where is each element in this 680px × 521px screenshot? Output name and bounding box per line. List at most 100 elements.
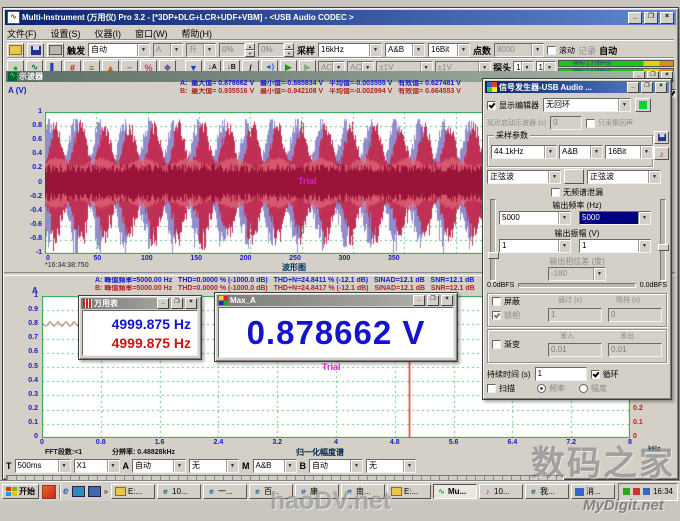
chevron-down-icon[interactable]: ▼: [226, 460, 238, 472]
editor-go-button[interactable]: [635, 98, 651, 112]
filter-a-combo[interactable]: 无▼: [189, 459, 239, 473]
max-a-restore-button[interactable]: ❐: [427, 295, 439, 306]
chevron-down-icon[interactable]: ▼: [648, 171, 660, 183]
max-a-minimize-button[interactable]: _: [413, 295, 425, 306]
mask-checkbox[interactable]: 屏蔽: [492, 296, 520, 307]
trigger-delay-spinner[interactable]: 0%▲▼: [258, 43, 294, 57]
fade-checkbox[interactable]: 渐变: [492, 339, 520, 350]
quicklaunch-desktop-icon[interactable]: [88, 486, 101, 497]
chevron-down-icon[interactable]: ▼: [531, 44, 543, 56]
task-button-0[interactable]: E:...: [111, 484, 155, 499]
multimeter-titlebar[interactable]: 万用表 _ ❐ ×: [81, 298, 199, 309]
level-slider-a[interactable]: [490, 199, 496, 281]
trigger-mode-combo[interactable]: 自动▼: [88, 43, 150, 57]
print-icon[interactable]: [47, 43, 64, 58]
balance-slider[interactable]: [518, 283, 636, 288]
save-icon[interactable]: [27, 43, 44, 58]
chevron-down-icon[interactable]: ▼: [58, 460, 70, 472]
tray-volume-icon[interactable]: [623, 488, 630, 495]
chevron-down-icon[interactable]: ▼: [403, 460, 415, 472]
amp-b-combo[interactable]: 1▼: [579, 239, 651, 253]
menu-h[interactable]: 帮助(H): [182, 27, 213, 40]
start-button[interactable]: 开始: [2, 484, 39, 499]
chevron-down-icon[interactable]: ▼: [638, 240, 650, 252]
freq-a-combo[interactable]: 5000▼: [499, 211, 571, 225]
sweep-amplitude-radio[interactable]: 幅度: [579, 383, 607, 394]
pass-field[interactable]: 1: [548, 308, 602, 322]
fadeout-field[interactable]: 0.01: [608, 343, 662, 357]
multimeter-close-button[interactable]: ×: [185, 298, 197, 309]
spinner-arrows[interactable]: ▲▼: [245, 43, 255, 57]
chevron-down-icon[interactable]: ▼: [558, 212, 570, 224]
chevron-down-icon[interactable]: ▼: [544, 146, 556, 158]
sample-rate-combo[interactable]: 16kHz▼: [318, 43, 382, 57]
scale-b-combo[interactable]: 自动▼: [309, 459, 363, 473]
quicklaunch-mail-icon[interactable]: [72, 486, 85, 497]
gen-rate-combo[interactable]: 44.1kHz▼: [491, 145, 557, 159]
sweep-frequency-radio[interactable]: 频率: [537, 383, 565, 394]
quicklaunch-media-icon[interactable]: [42, 485, 56, 499]
show-editor-checkbox[interactable]: 显示编辑器: [487, 100, 539, 111]
max-a-close-button[interactable]: ×: [441, 295, 453, 306]
task-button-10[interactable]: 消...: [571, 484, 615, 499]
chevron-down-icon[interactable]: ▼: [618, 99, 630, 111]
main-titlebar[interactable]: ∿ Multi-Instrument (万用仪) Pro 3.2 - [*3DP…: [5, 10, 676, 25]
gen-save-icon[interactable]: [654, 131, 669, 144]
sample-channels-combo[interactable]: A&B▼: [385, 43, 425, 57]
level-slider-b[interactable]: [660, 199, 666, 281]
menu-s[interactable]: 设置(S): [51, 27, 81, 40]
math-combo[interactable]: A&B▼: [253, 459, 297, 473]
chevron-down-icon[interactable]: ▼: [412, 44, 424, 56]
quicklaunch-overflow-chevron[interactable]: »: [104, 487, 108, 496]
tray-antivirus-icon[interactable]: [633, 488, 640, 495]
menu-f[interactable]: 文件(F): [7, 27, 37, 40]
scroll-checkbox[interactable]: 滚动: [547, 45, 575, 56]
chevron-down-icon[interactable]: ▼: [350, 460, 362, 472]
sweep-time-combo[interactable]: 500ms▼: [15, 459, 71, 473]
restore-button[interactable]: ❐: [644, 12, 658, 24]
menu-i[interactable]: 仪器(I): [95, 27, 122, 40]
phase-lock-checkbox[interactable]: 锁相: [492, 310, 520, 321]
task-button-4[interactable]: e康...: [295, 484, 339, 499]
spin-down-icon[interactable]: ▼: [245, 50, 255, 57]
spin-up-icon[interactable]: ▲: [245, 43, 255, 50]
chevron-down-icon[interactable]: ▼: [590, 146, 602, 158]
scale-a-combo[interactable]: 自动▼: [132, 459, 186, 473]
chevron-down-icon[interactable]: ▼: [203, 44, 215, 56]
tray-network-icon[interactable]: [643, 488, 650, 495]
gen-bits-combo[interactable]: 16Bit▼: [605, 145, 653, 159]
wave-link-button[interactable]: [564, 169, 584, 184]
points-combo[interactable]: 8000▼: [494, 43, 544, 57]
spin-up-icon[interactable]: ▲: [284, 43, 294, 50]
chevron-down-icon[interactable]: ▼: [558, 240, 570, 252]
echo-only-checkbox[interactable]: 只采集回声: [586, 118, 633, 128]
spin-down-icon[interactable]: ▼: [284, 50, 294, 57]
wave-a-combo[interactable]: 正弦波▼: [487, 170, 561, 184]
siggen-restore-button[interactable]: ❐: [641, 82, 653, 93]
task-button-5[interactable]: e南...: [341, 484, 385, 499]
chevron-down-icon[interactable]: ▼: [170, 44, 182, 56]
block-field[interactable]: 0: [608, 308, 662, 322]
task-button-7[interactable]: ∿Mu...: [433, 484, 477, 499]
chevron-down-icon[interactable]: ▼: [548, 171, 560, 183]
open-icon[interactable]: [7, 43, 24, 58]
menu-w[interactable]: 窗口(W): [135, 27, 168, 40]
spinner-arrows[interactable]: ▲▼: [284, 43, 294, 57]
quicklaunch-ie-icon[interactable]: e: [63, 486, 69, 497]
fadein-field[interactable]: 0.01: [548, 343, 602, 357]
phase-combo[interactable]: -180▼: [548, 267, 606, 281]
chevron-down-icon[interactable]: ▼: [640, 146, 652, 158]
filter-b-combo[interactable]: 无▼: [366, 459, 416, 473]
chevron-down-icon[interactable]: ▼: [638, 212, 650, 224]
trigger-source-combo[interactable]: A▼: [153, 43, 183, 57]
task-button-2[interactable]: e一...: [203, 484, 247, 499]
chevron-down-icon[interactable]: ▼: [593, 268, 605, 280]
multimeter-minimize-button[interactable]: _: [157, 298, 169, 309]
freq-b-combo[interactable]: 5000▼: [579, 211, 651, 225]
siggen-close-button[interactable]: ×: [655, 82, 667, 93]
music-note-icon[interactable]: ♪: [654, 147, 669, 160]
duration-field[interactable]: 1: [535, 367, 587, 381]
task-button-8[interactable]: ♪10...: [479, 484, 523, 499]
task-button-3[interactable]: e百...: [249, 484, 293, 499]
sweep-checkbox[interactable]: 扫描: [487, 383, 515, 394]
